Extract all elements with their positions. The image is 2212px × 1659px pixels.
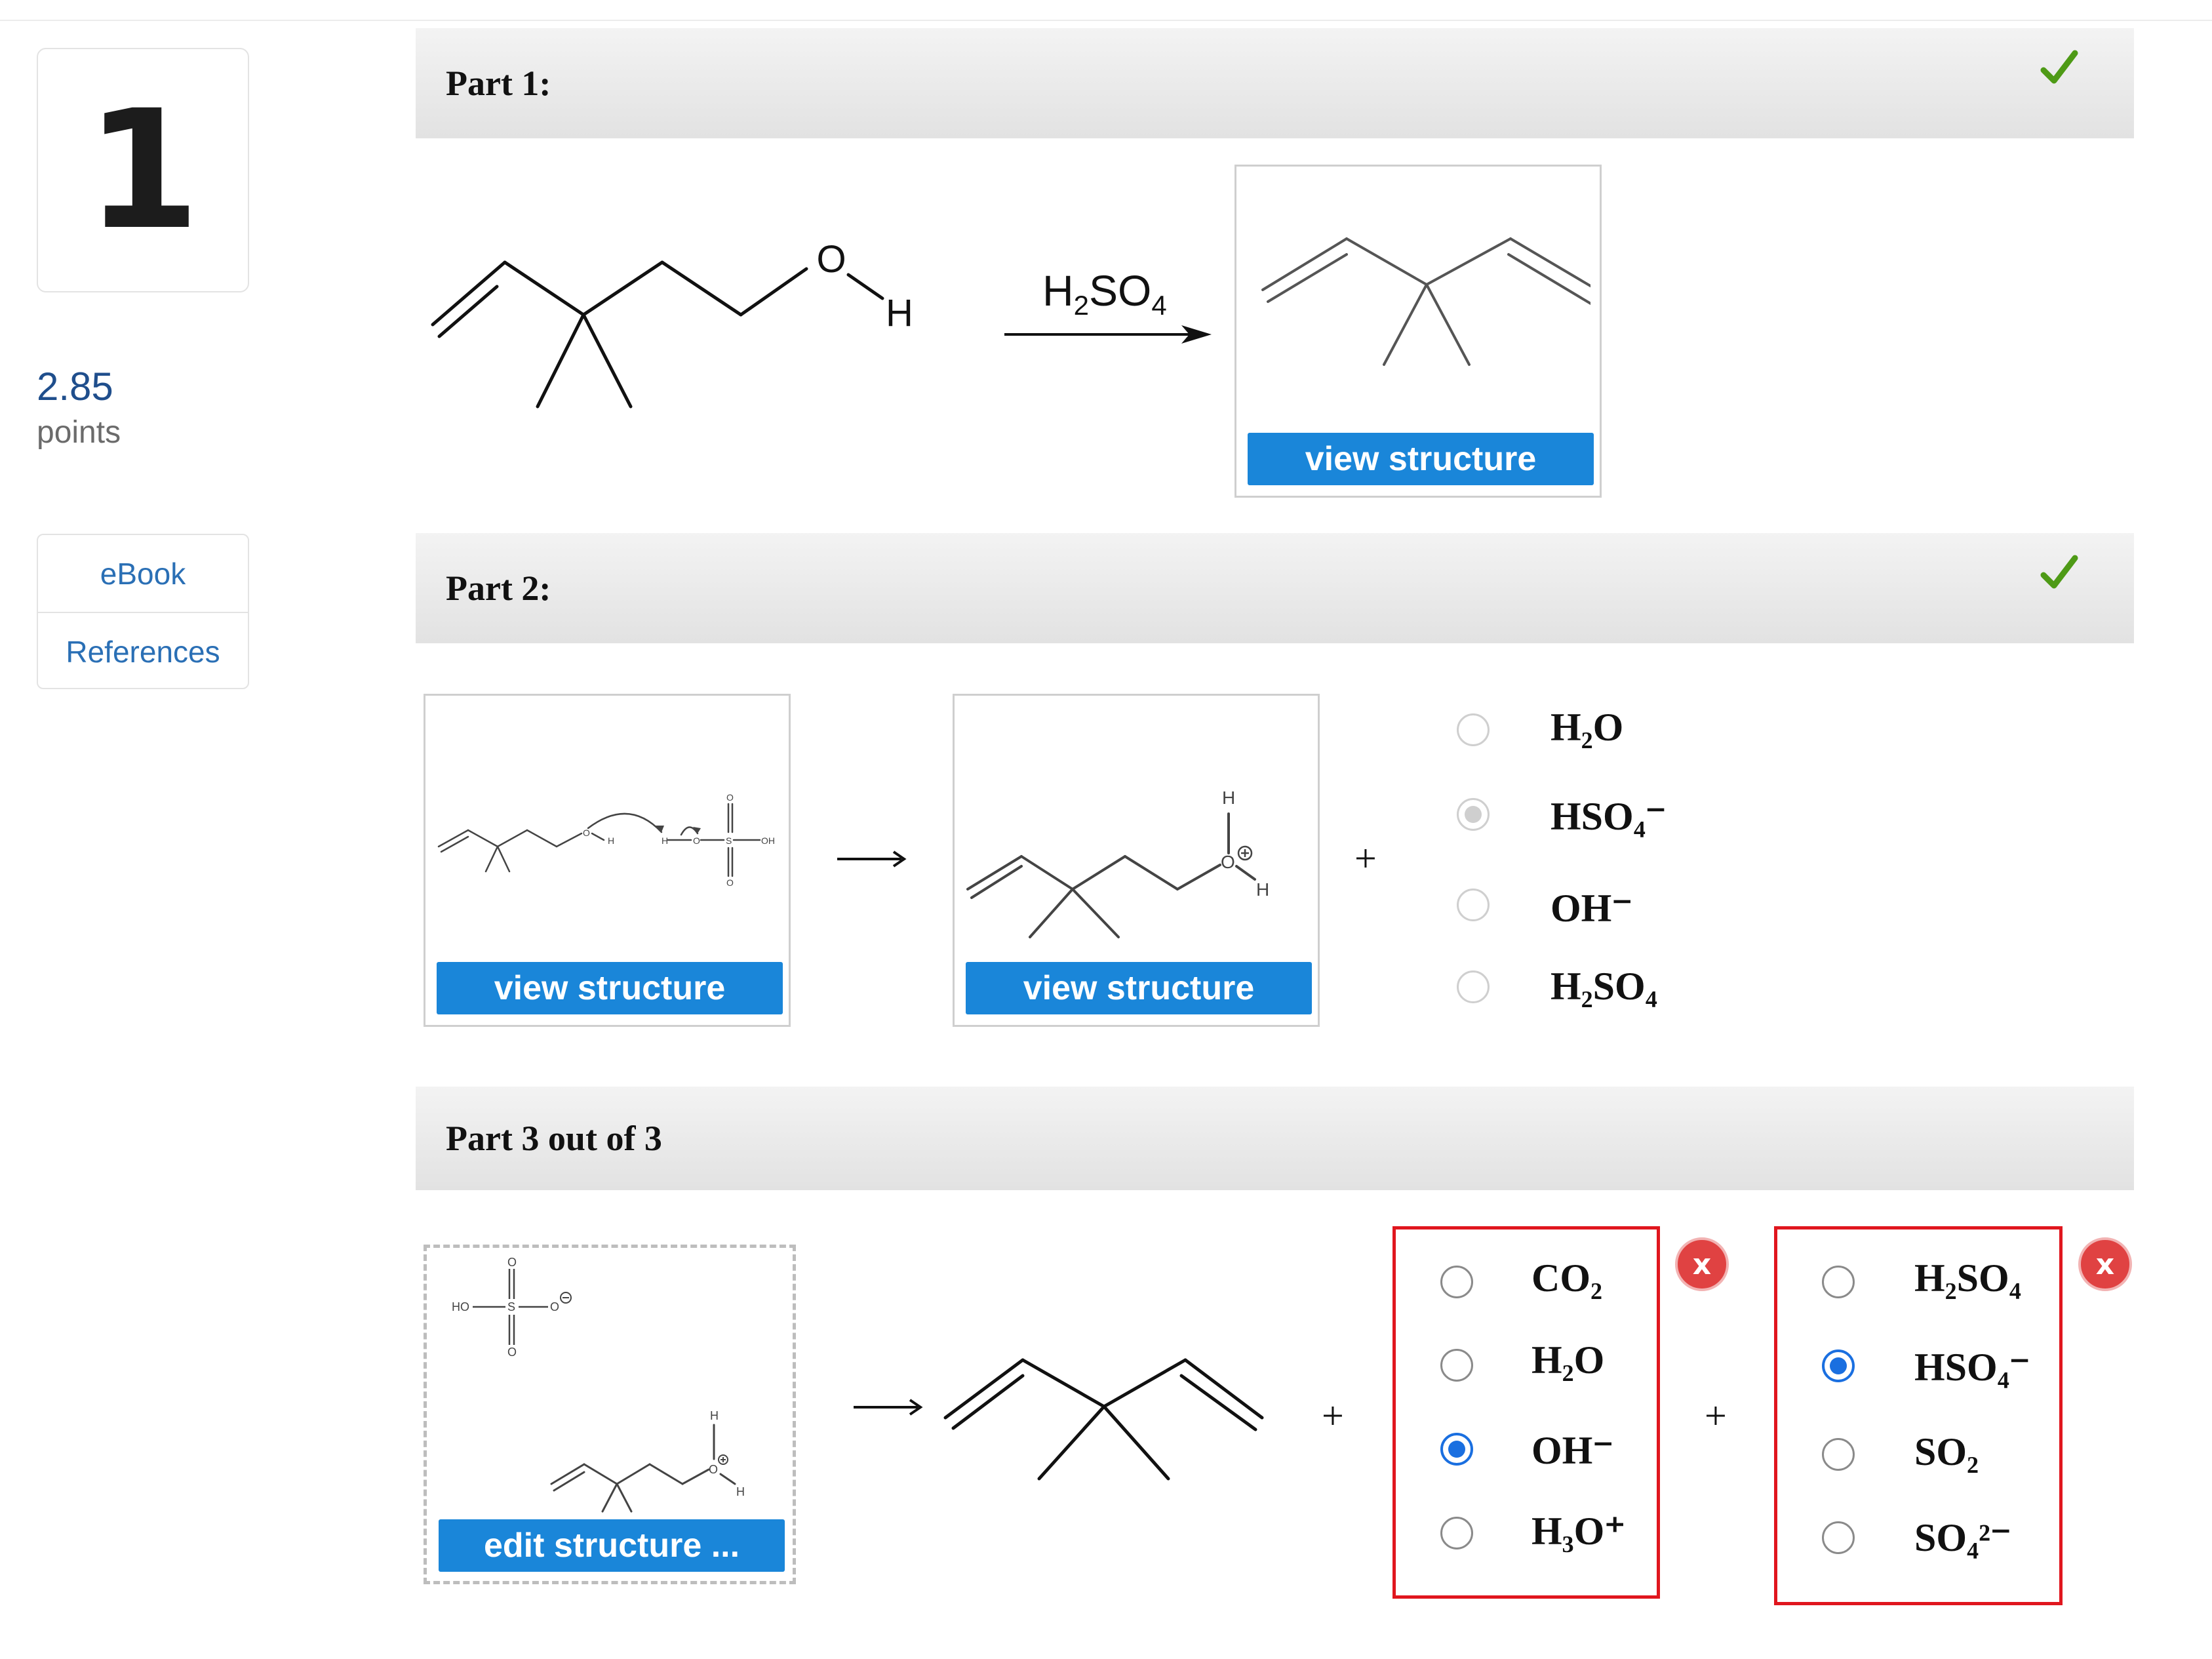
svg-text:O: O: [726, 877, 734, 888]
oxygen-atom-label: O: [816, 238, 846, 281]
part2-option-hso4: HSO₄⁻: [1550, 795, 1667, 838]
part3-g1-radio-h3o[interactable]: [1440, 1517, 1473, 1549]
part3-g1-radio-co2[interactable]: [1440, 1266, 1473, 1298]
svg-text:H: H: [736, 1485, 745, 1498]
part3-bisulfate-drawing: HO S O O O: [452, 1256, 572, 1359]
part2-radio-h2so4: [1457, 970, 1490, 1003]
part1-product-box: view structure: [1234, 165, 1602, 498]
part2-radio-hso4: [1457, 798, 1490, 831]
svg-text:O: O: [550, 1300, 559, 1313]
reaction-arrow-icon: [1004, 325, 1212, 344]
part3-plus-sign-1: +: [1322, 1394, 1344, 1437]
svg-text:S: S: [726, 835, 732, 846]
part3-edit-box[interactable]: HO S O O O H O H edit structure ...: [424, 1245, 796, 1584]
ebook-link[interactable]: eBook: [38, 535, 248, 612]
part3-header: Part 3 out of 3: [416, 1087, 2134, 1190]
points-value: 2.85: [37, 365, 113, 409]
svg-text:O: O: [1221, 852, 1235, 872]
part3-g2-radio-so4[interactable]: [1822, 1521, 1855, 1554]
part2-header: Part 2:: [416, 533, 2134, 643]
part3-g2-option-so4: SO₄²⁻: [1914, 1516, 2011, 1559]
svg-text:HO: HO: [452, 1300, 469, 1313]
part2-mechanism-drawing: O H H O S OH O O: [437, 792, 775, 888]
part1-title: Part 1:: [446, 64, 551, 103]
points-label: points: [37, 415, 121, 450]
part3-g2-option-so2: SO₂: [1914, 1430, 1979, 1473]
svg-text:O: O: [709, 1463, 718, 1476]
part1-reagent-label: H2SO4: [1042, 266, 1167, 321]
part3-g1-radio-oh[interactable]: [1440, 1433, 1473, 1466]
side-links-panel: eBook References: [37, 534, 249, 689]
part3-g2-option-h2so4: H₂SO₄: [1914, 1256, 2021, 1300]
part3-edit-structure-button[interactable]: edit structure ...: [439, 1519, 785, 1572]
part2-view-structure-button-left[interactable]: view structure: [437, 962, 783, 1014]
part3-plus-sign-2: +: [1705, 1394, 1727, 1437]
part3-g2-radio-hso4[interactable]: [1822, 1349, 1855, 1382]
svg-text:O: O: [507, 1346, 517, 1359]
part2-plus-sign: +: [1354, 837, 1377, 880]
part1-reactant-molecule: O H: [431, 238, 913, 409]
part2-option-oh: OH⁻: [1550, 887, 1633, 930]
svg-text:H: H: [1256, 879, 1269, 900]
svg-text:H: H: [710, 1409, 719, 1422]
svg-text:O: O: [726, 792, 734, 803]
svg-text:H: H: [608, 835, 614, 846]
part2-reactant-box: O H H O S OH O O view structure: [424, 694, 791, 1027]
svg-text:O: O: [693, 835, 700, 846]
top-divider: [0, 20, 2212, 21]
svg-text:H: H: [662, 835, 668, 846]
part3-oxonium-drawing: H O H: [550, 1409, 745, 1513]
part2-option-h2o: H₂O: [1550, 706, 1624, 749]
part1-header: Part 1:: [416, 28, 2134, 138]
part3-g1-option-oh: OH⁻: [1531, 1429, 1614, 1472]
reaction-arrow-icon: [837, 850, 907, 868]
part3-g2-option-hso4: HSO₄⁻: [1914, 1346, 2030, 1389]
part2-radio-oh: [1457, 889, 1490, 921]
part2-radio-h2o: [1457, 713, 1490, 746]
part3-g2-radio-h2so4[interactable]: [1822, 1266, 1855, 1298]
reaction-arrow-icon: [854, 1399, 923, 1416]
part3-g1-option-h3o: H₃O⁺: [1531, 1509, 1625, 1553]
error-x-icon: x: [2078, 1237, 2132, 1291]
part3-title: Part 3 out of 3: [446, 1119, 662, 1158]
part1-view-structure-button[interactable]: view structure: [1248, 433, 1594, 485]
svg-text:OH: OH: [761, 835, 775, 846]
svg-text:O: O: [507, 1256, 517, 1269]
question-number-box: 1: [37, 48, 249, 292]
part2-title: Part 2:: [446, 569, 551, 608]
part2-view-structure-button-right[interactable]: view structure: [966, 962, 1312, 1014]
part1-product-molecule: [1261, 237, 1590, 366]
error-x-icon: x: [1675, 1237, 1729, 1291]
part2-oxonium-molecule: H O H: [966, 788, 1269, 938]
hydrogen-atom-label: H: [886, 292, 913, 334]
question-number: 1: [86, 74, 200, 266]
part3-g2-radio-so2[interactable]: [1822, 1438, 1855, 1471]
part2-product-box: H O H view structure: [953, 694, 1320, 1027]
svg-text:O: O: [583, 828, 590, 838]
references-link[interactable]: References: [38, 612, 248, 690]
part2-option-h2so4: H₂SO₄: [1550, 965, 1657, 1008]
svg-text:H: H: [1222, 788, 1235, 808]
checkmark-icon: [2040, 50, 2078, 84]
part3-g1-option-co2: CO₂: [1531, 1256, 1602, 1300]
part3-g1-radio-h2o[interactable]: [1440, 1349, 1473, 1382]
checkmark-icon: [2040, 555, 2078, 589]
part3-g1-option-h2o: H₂O: [1531, 1338, 1605, 1382]
part3-product-molecule: [943, 1358, 1264, 1481]
svg-text:S: S: [507, 1300, 515, 1313]
